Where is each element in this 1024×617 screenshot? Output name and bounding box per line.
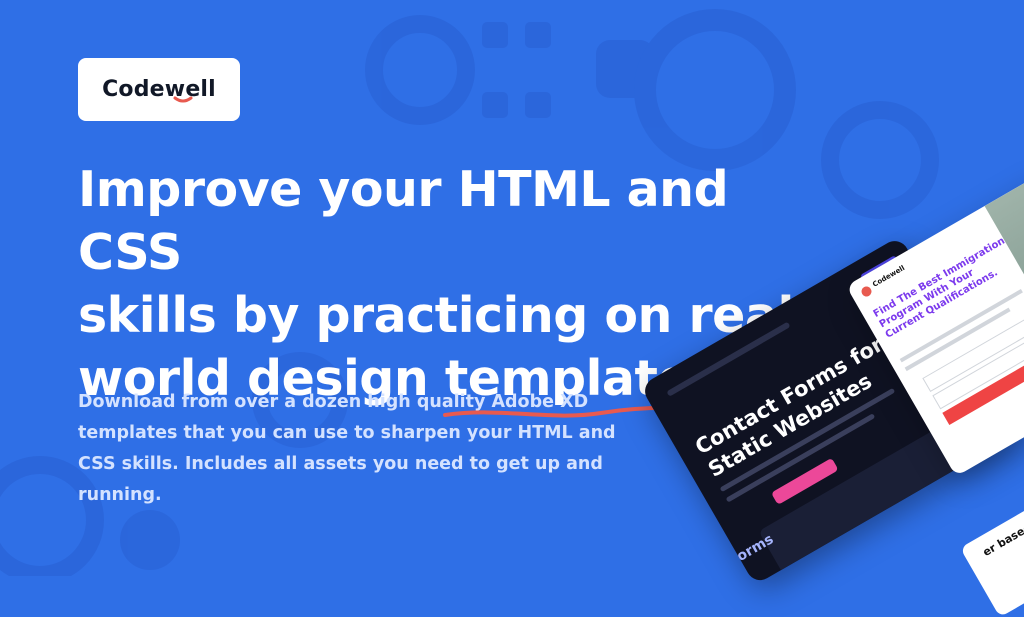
headline-line-1: Improve your HTML and CSS (78, 161, 729, 281)
headline-line-2: skills by practicing on real (78, 287, 794, 344)
bottom-preview-text: er based in (980, 513, 1024, 559)
light-preview-brand: Codewell (871, 263, 907, 289)
preview-logo-dot (859, 284, 874, 299)
brand-logo-card[interactable]: Codewell (78, 58, 240, 121)
brand-logo-text: Codewell (102, 77, 216, 102)
hero-description: Download from over a dozen high quality … (78, 392, 616, 505)
logo-smile-icon (173, 96, 193, 103)
bottom-template-preview[interactable]: er based in (960, 488, 1024, 617)
